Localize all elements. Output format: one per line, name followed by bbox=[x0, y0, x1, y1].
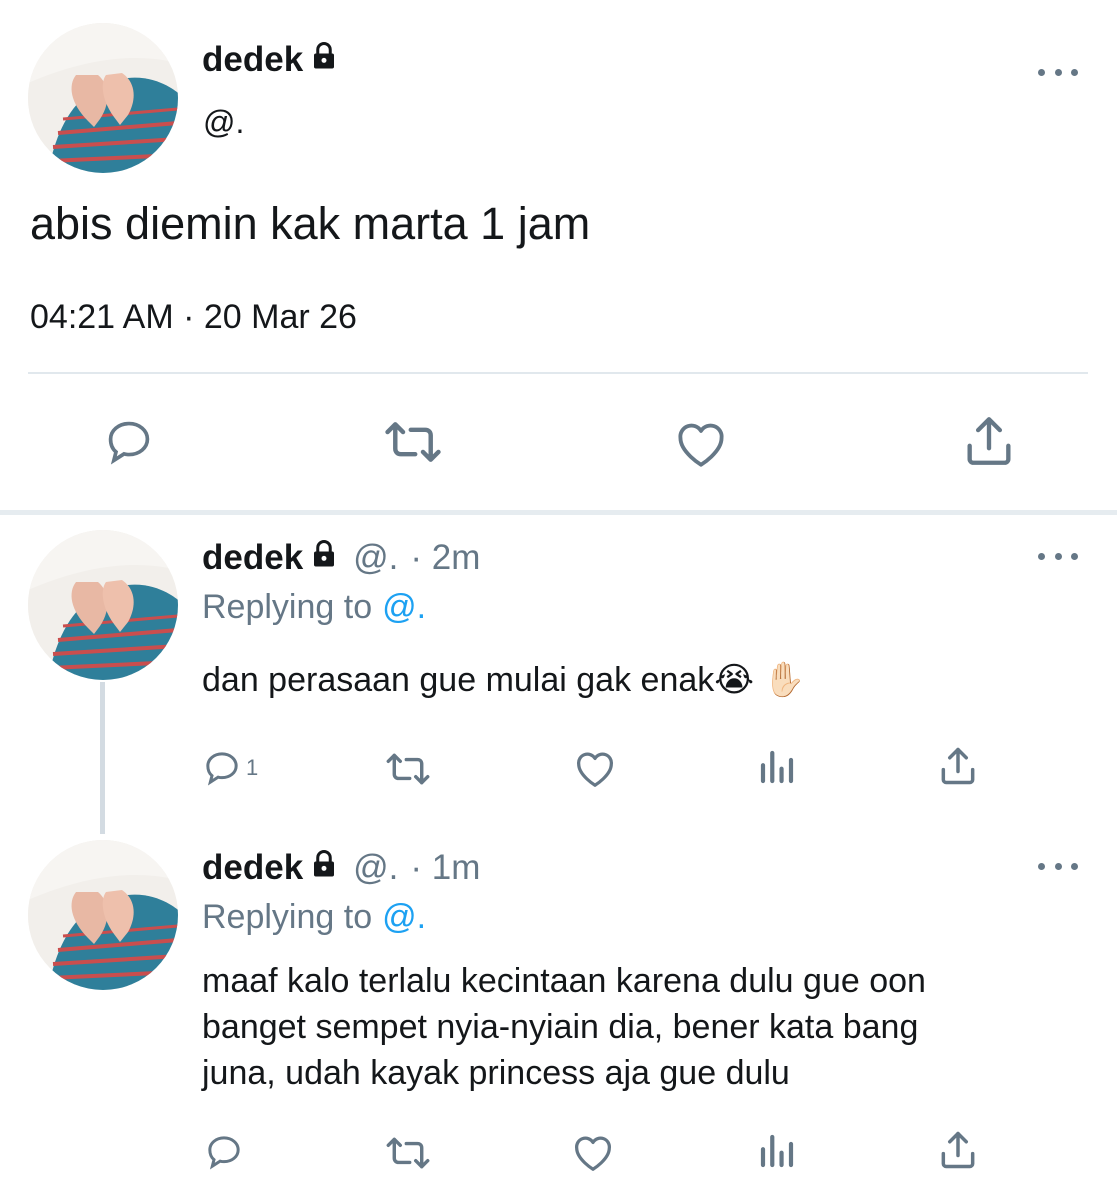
retweet-button[interactable] bbox=[384, 748, 432, 790]
reply-time[interactable]: · 2m bbox=[410, 538, 480, 578]
more-icon[interactable] bbox=[1038, 858, 1078, 874]
avatar[interactable] bbox=[28, 840, 178, 990]
reply-text-line: banget sempet nyia-nyiain dia, bener kat… bbox=[202, 1008, 919, 1046]
reply-icon bbox=[108, 421, 150, 465]
author-handle[interactable]: @. bbox=[353, 848, 398, 888]
reply-text: dan perasaan gue mulai gak enak😭 ✋🏻 bbox=[202, 661, 806, 699]
author-row: dedek bbox=[202, 40, 339, 80]
lock-icon bbox=[309, 40, 339, 80]
like-icon bbox=[678, 423, 724, 467]
share-button[interactable] bbox=[936, 1128, 980, 1172]
like-button[interactable] bbox=[570, 1130, 616, 1174]
share-button[interactable] bbox=[936, 744, 980, 788]
reply-button[interactable] bbox=[204, 1132, 244, 1172]
author-name[interactable]: dedek bbox=[202, 40, 303, 80]
replying-label: Replying to bbox=[202, 898, 373, 936]
share-icon bbox=[941, 1131, 975, 1169]
like-icon bbox=[577, 752, 613, 787]
more-icon[interactable] bbox=[1038, 64, 1078, 80]
reply-text: maaf kalo terlalu kecintaan karena dulu … bbox=[202, 958, 926, 1096]
retweet-button[interactable] bbox=[382, 414, 444, 470]
replying-handle[interactable]: @. bbox=[382, 588, 426, 627]
reply-icon bbox=[208, 1136, 240, 1170]
reply-button[interactable]: 1 bbox=[202, 748, 258, 788]
analytics-button[interactable] bbox=[756, 746, 798, 788]
retweet-icon bbox=[386, 1137, 430, 1169]
avatar[interactable] bbox=[28, 530, 178, 680]
reply-text-line: juna, udah kayak princess aja gue dulu bbox=[202, 1054, 790, 1092]
reply-text-line: maaf kalo terlalu kecintaan karena dulu … bbox=[202, 962, 926, 1000]
like-button[interactable] bbox=[672, 416, 730, 470]
retweet-icon bbox=[386, 753, 430, 785]
reply-header: dedek @. · 1m bbox=[202, 848, 480, 888]
retweet-button[interactable] bbox=[384, 1132, 432, 1174]
reply-icon bbox=[206, 752, 238, 786]
share-icon bbox=[967, 417, 1011, 465]
reply-count: 1 bbox=[246, 755, 259, 780]
share-icon bbox=[941, 747, 975, 785]
replying-to: Replying to @. bbox=[202, 588, 426, 627]
avatar[interactable] bbox=[28, 23, 178, 173]
share-button[interactable] bbox=[960, 412, 1018, 470]
analytics-button[interactable] bbox=[756, 1130, 798, 1172]
reply-time[interactable]: · 1m bbox=[410, 848, 480, 888]
tweet-text: abis diemin kak marta 1 jam bbox=[30, 198, 591, 249]
replying-label: Replying to bbox=[202, 588, 373, 626]
divider bbox=[28, 372, 1088, 374]
author-handle[interactable]: @. bbox=[203, 104, 244, 141]
author-name[interactable]: dedek bbox=[202, 538, 303, 578]
tweet-timestamp[interactable]: 04:21 AM · 20 Mar 26 bbox=[30, 298, 357, 337]
like-icon bbox=[575, 1136, 611, 1171]
section-divider bbox=[0, 510, 1117, 515]
replying-to: Replying to @. bbox=[202, 898, 426, 937]
more-icon[interactable] bbox=[1038, 548, 1078, 564]
lock-icon bbox=[309, 538, 339, 578]
reply-button[interactable] bbox=[103, 416, 155, 468]
thread-line bbox=[100, 682, 105, 834]
author-name[interactable]: dedek bbox=[202, 848, 303, 888]
analytics-icon bbox=[760, 1134, 794, 1168]
lock-icon bbox=[309, 848, 339, 888]
analytics-icon bbox=[760, 750, 794, 784]
retweet-icon bbox=[385, 422, 441, 462]
author-handle[interactable]: @. bbox=[353, 538, 398, 578]
replying-handle[interactable]: @. bbox=[382, 898, 426, 937]
like-button[interactable] bbox=[572, 746, 618, 790]
reply-header: dedek @. · 2m bbox=[202, 538, 480, 578]
